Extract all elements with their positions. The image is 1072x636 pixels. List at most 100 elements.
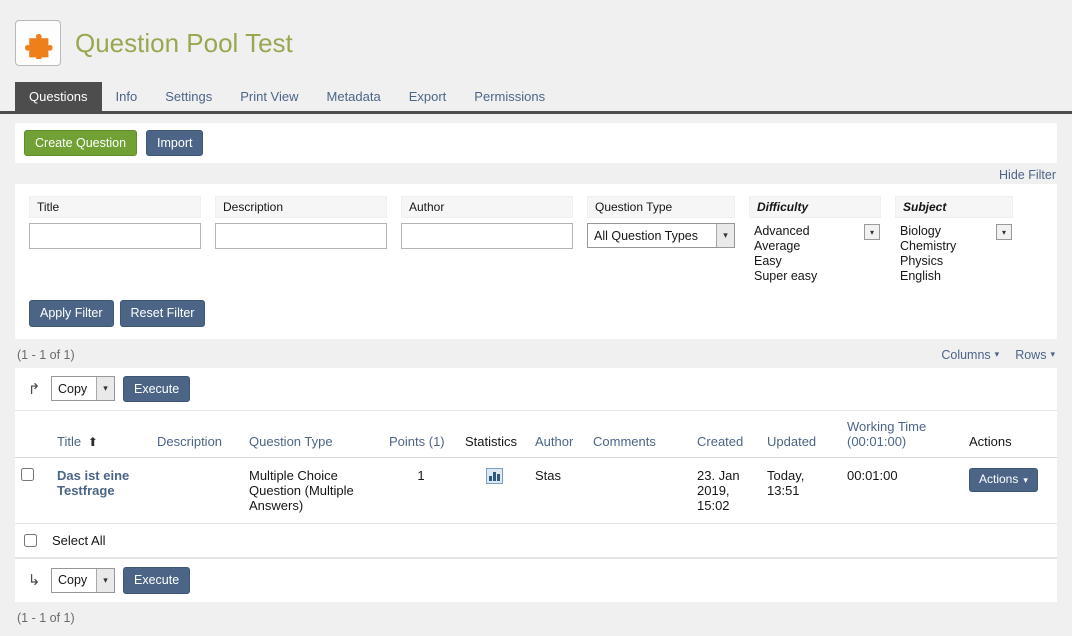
- filter-author-input[interactable]: [401, 223, 573, 249]
- header-created[interactable]: Created: [691, 411, 761, 458]
- filter-description-input[interactable]: [215, 223, 387, 249]
- apply-to-selection-top-icon: ↱: [25, 380, 43, 398]
- bulk-action-row-top: ↱ Copy ▾ Execute: [15, 368, 1057, 411]
- dropdown-arrow-icon: ▾: [96, 377, 114, 400]
- filter-panel: Title Description Author Question Type A…: [15, 184, 1057, 338]
- rows-menu-label: Rows: [1015, 348, 1046, 362]
- create-question-button[interactable]: Create Question: [24, 130, 137, 156]
- table-meta-bottom: (1 - 1 of 1): [15, 607, 1057, 631]
- filter-title-input[interactable]: [29, 223, 201, 249]
- filter-item-subject: Subject Biology Chemistry Physics Englis…: [895, 196, 1013, 287]
- header-updated[interactable]: Updated: [761, 411, 841, 458]
- hide-filter-row: Hide Filter: [16, 168, 1056, 182]
- question-title-link[interactable]: Das ist eine Testfrage: [51, 458, 151, 524]
- filter-item-author: Author: [401, 196, 573, 249]
- filter-difficulty-label: Difficulty: [749, 196, 881, 218]
- header-description[interactable]: Description: [151, 411, 243, 458]
- dropdown-arrow-icon: ▾: [716, 224, 734, 247]
- header-actions: Actions: [963, 411, 1057, 458]
- rows-menu[interactable]: Rows ▾: [1015, 348, 1055, 362]
- page-title: Question Pool Test: [75, 28, 293, 59]
- header-author[interactable]: Author: [529, 411, 587, 458]
- caret-down-icon: ▾: [1023, 476, 1028, 485]
- question-updated-cell: Today, 13:51: [761, 458, 841, 524]
- tab-settings[interactable]: Settings: [151, 82, 226, 111]
- question-type-select[interactable]: All Question Types ▾: [587, 223, 735, 248]
- puzzle-icon: [22, 27, 54, 59]
- execute-button-bottom[interactable]: Execute: [123, 567, 190, 593]
- subject-option-physics[interactable]: Physics: [900, 254, 993, 269]
- dropdown-arrow-icon[interactable]: ▾: [864, 224, 880, 240]
- row-checkbox-cell: [15, 458, 51, 524]
- header-question-type[interactable]: Question Type: [243, 411, 383, 458]
- bulk-action-selected-value: Copy: [52, 569, 96, 592]
- filter-items: Title Description Author Question Type A…: [29, 196, 1043, 287]
- difficulty-option-super-easy[interactable]: Super easy: [754, 269, 861, 284]
- question-table-panel: ↱ Copy ▾ Execute Title ⬆ Desc: [15, 368, 1057, 602]
- header-comments[interactable]: Comments: [587, 411, 691, 458]
- header-working-time[interactable]: Working Time (00:01:00): [841, 411, 963, 458]
- bulk-action-selected-value: Copy: [52, 377, 96, 400]
- header-statistics: Statistics: [459, 411, 529, 458]
- question-description-cell: [151, 458, 243, 524]
- select-all-checkbox[interactable]: [24, 534, 37, 547]
- table-row: Das ist eine Testfrage Multiple Choice Q…: [15, 458, 1057, 524]
- question-author-cell: Stas: [529, 458, 587, 524]
- apply-filter-button[interactable]: Apply Filter: [29, 300, 114, 326]
- header-title[interactable]: Title ⬆: [51, 411, 151, 458]
- question-actions-cell: Actions ▾: [963, 458, 1057, 524]
- result-range-top: (1 - 1 of 1): [17, 348, 75, 362]
- row-actions-label: Actions: [979, 473, 1018, 487]
- difficulty-option-average[interactable]: Average: [754, 239, 861, 254]
- table-header-row: Title ⬆ Description Question Type Points…: [15, 411, 1057, 458]
- import-button[interactable]: Import: [146, 130, 203, 156]
- row-actions-button[interactable]: Actions ▾: [969, 468, 1038, 492]
- execute-button-top[interactable]: Execute: [123, 376, 190, 402]
- subject-option-chemistry[interactable]: Chemistry: [900, 239, 993, 254]
- question-statistics-cell: [459, 458, 529, 524]
- tab-permissions[interactable]: Permissions: [460, 82, 559, 111]
- dropdown-arrow-icon[interactable]: ▾: [996, 224, 1012, 240]
- subject-option-biology[interactable]: Biology: [900, 224, 993, 239]
- tab-info[interactable]: Info: [102, 82, 152, 111]
- question-pool-icon: [15, 20, 61, 66]
- tab-metadata[interactable]: Metadata: [313, 82, 395, 111]
- question-type-selected-value: All Question Types: [588, 224, 716, 247]
- header-points[interactable]: Points (1): [383, 411, 459, 458]
- result-range-bottom: (1 - 1 of 1): [17, 611, 75, 625]
- difficulty-option-advanced[interactable]: Advanced: [754, 224, 861, 239]
- select-all-row: Select All: [15, 524, 1057, 558]
- columns-menu[interactable]: Columns ▾: [941, 348, 999, 362]
- filter-description-label: Description: [215, 196, 387, 218]
- header-checkbox-spacer: [15, 411, 51, 458]
- app-header: Question Pool Test: [0, 0, 1072, 66]
- bulk-action-select-bottom[interactable]: Copy ▾: [51, 568, 115, 593]
- difficulty-multiselect[interactable]: Advanced Average Easy Super easy ▾: [749, 223, 881, 287]
- apply-to-selection-bottom-icon: ↳: [25, 571, 43, 589]
- table-view-menus: Columns ▾ Rows ▾: [941, 348, 1055, 362]
- reset-filter-button[interactable]: Reset Filter: [120, 300, 206, 326]
- question-table: Title ⬆ Description Question Type Points…: [15, 411, 1057, 524]
- tab-print-view[interactable]: Print View: [226, 82, 312, 111]
- hide-filter-link[interactable]: Hide Filter: [999, 168, 1056, 182]
- dropdown-arrow-icon: ▾: [96, 569, 114, 592]
- difficulty-option-easy[interactable]: Easy: [754, 254, 861, 269]
- question-points-cell: 1: [383, 458, 459, 524]
- question-working-time-cell: 00:01:00: [841, 458, 963, 524]
- filter-subject-label: Subject: [895, 196, 1013, 218]
- select-all-label: Select All: [52, 533, 105, 548]
- subject-option-english[interactable]: English: [900, 269, 993, 284]
- bulk-action-row-bottom: ↳ Copy ▾ Execute: [15, 558, 1057, 601]
- tab-export[interactable]: Export: [395, 82, 461, 111]
- filter-item-description: Description: [215, 196, 387, 249]
- caret-down-icon: ▾: [1050, 349, 1055, 360]
- subject-multiselect[interactable]: Biology Chemistry Physics English ▾: [895, 223, 1013, 287]
- statistics-chart-icon[interactable]: [486, 468, 503, 484]
- header-title-label: Title: [57, 434, 81, 449]
- tab-questions[interactable]: Questions: [15, 82, 102, 111]
- filter-title-label: Title: [29, 196, 201, 218]
- bulk-action-select-top[interactable]: Copy ▾: [51, 376, 115, 401]
- filter-item-title: Title: [29, 196, 201, 249]
- row-checkbox[interactable]: [21, 468, 34, 481]
- page: Question Pool Test Questions Info Settin…: [0, 0, 1072, 631]
